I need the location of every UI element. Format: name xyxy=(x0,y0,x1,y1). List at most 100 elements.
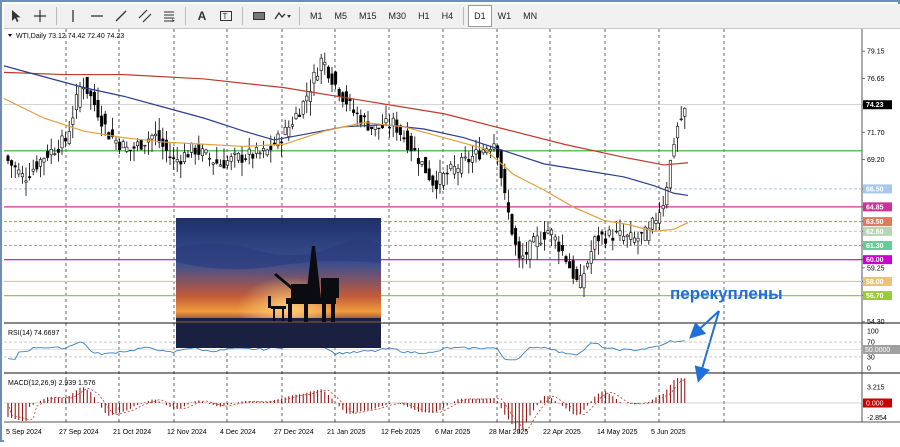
timeframe-d1-button[interactable]: D1 xyxy=(468,5,492,27)
trendline-tool-icon[interactable] xyxy=(110,5,132,27)
date-label: 12 Feb 2025 xyxy=(381,429,420,436)
oil-rig-photo xyxy=(176,218,381,348)
candle-body xyxy=(280,141,284,144)
candle-body xyxy=(78,86,82,108)
rectangle-tool-icon[interactable] xyxy=(248,5,270,27)
cursor-tool-icon[interactable] xyxy=(5,5,27,27)
candle-body xyxy=(442,173,446,186)
rsi-tick-label: 50.0000 xyxy=(865,347,890,354)
candle-body xyxy=(182,152,186,163)
candle-body xyxy=(542,232,546,240)
candle-body xyxy=(632,237,636,243)
candle-body xyxy=(384,118,388,124)
candle-body xyxy=(503,169,507,194)
candle-body xyxy=(474,149,478,155)
price-tick-label: 76.65 xyxy=(867,76,885,83)
candle-body xyxy=(175,159,179,163)
crosshair-tool-icon[interactable] xyxy=(29,5,51,27)
text-label-tool-icon[interactable]: T xyxy=(215,5,237,27)
timeframe-m15-button[interactable]: M15 xyxy=(353,5,383,27)
price-label-text: 66.50 xyxy=(866,186,884,193)
candle-body xyxy=(676,125,680,139)
price-label-text: 56.70 xyxy=(866,293,884,300)
price-tick-label: 59.25 xyxy=(867,265,885,272)
candle-body xyxy=(67,131,71,144)
candle-body xyxy=(424,157,428,174)
candle-body xyxy=(463,156,467,159)
candle-body xyxy=(377,127,381,130)
timeframe-h4-button[interactable]: H4 xyxy=(436,5,460,27)
horizontal-line-tool-icon[interactable] xyxy=(86,5,108,27)
price-label-text: 61.30 xyxy=(866,243,884,250)
timeframe-h1-button[interactable]: H1 xyxy=(412,5,436,27)
candle-body xyxy=(204,149,208,154)
candle-body xyxy=(301,100,305,115)
candle-body xyxy=(186,154,190,158)
equidistant-channel-tool-icon[interactable] xyxy=(134,5,156,27)
candle-body xyxy=(416,158,420,164)
overbought-annotation-text: перекуплены xyxy=(670,284,783,303)
candle-body xyxy=(568,261,572,269)
chart-header-text: WTI,Daily 73.12 74.42 72.40 74.23 xyxy=(16,33,124,40)
svg-text:T: T xyxy=(223,12,228,21)
date-label: 4 Dec 2024 xyxy=(220,429,256,436)
candle-body xyxy=(607,229,611,236)
date-label: 27 Dec 2024 xyxy=(274,429,314,436)
timeframe-m1-button[interactable]: M1 xyxy=(304,5,329,27)
candle-body xyxy=(197,143,201,155)
chart-background xyxy=(4,29,900,442)
candle-body xyxy=(190,142,194,153)
candle-body xyxy=(96,99,100,118)
macd-tick-label: 0.000 xyxy=(866,401,884,408)
candle-body xyxy=(488,149,492,152)
candle-body xyxy=(218,164,222,167)
candle-body xyxy=(168,156,172,158)
chart-area[interactable]: WTI,Daily 73.12 74.42 72.40 74.23 79.15 76… xyxy=(3,29,900,442)
price-tick-label: 79.15 xyxy=(867,49,885,56)
text-tool-icon[interactable]: A xyxy=(191,5,213,27)
candle-body xyxy=(535,235,539,248)
timeframe-w1-button[interactable]: W1 xyxy=(492,5,518,27)
candle-body xyxy=(625,234,629,238)
candle-body xyxy=(136,141,140,147)
candle-body xyxy=(222,160,226,169)
candle-body xyxy=(481,149,485,154)
candle-body xyxy=(683,107,687,117)
macd-tick-label: 3.215 xyxy=(867,384,885,391)
candle-body xyxy=(74,94,78,111)
candle-body xyxy=(298,114,302,117)
terminal-window: F A T M1 M5 M15 M30 H1 H4 D1 W1 MN WTI,Daily 73.… xyxy=(0,0,900,442)
candle-body xyxy=(208,158,212,160)
candle-body xyxy=(470,156,474,163)
macd-tick-label: -2.854 xyxy=(867,415,887,422)
candle-body xyxy=(139,139,143,150)
fibonacci-tool-icon[interactable]: F xyxy=(158,5,180,27)
candle-body xyxy=(308,91,312,102)
candle-body xyxy=(582,273,586,289)
candle-body xyxy=(550,229,554,235)
shapes-dropdown-icon[interactable] xyxy=(272,5,294,27)
timeframe-m5-button[interactable]: M5 xyxy=(329,5,354,27)
candle-body xyxy=(640,232,644,234)
candle-body xyxy=(125,146,129,152)
candle-body xyxy=(312,71,316,84)
candle-body xyxy=(406,130,410,150)
candle-body xyxy=(35,161,39,170)
candle-body xyxy=(460,157,464,174)
candle-body xyxy=(596,235,600,242)
candle-body xyxy=(143,144,147,147)
candle-body xyxy=(427,168,431,181)
candle-body xyxy=(661,205,665,210)
candle-body xyxy=(236,153,240,161)
timeframe-mn-button[interactable]: MN xyxy=(517,5,543,27)
timeframe-m30-button[interactable]: M30 xyxy=(383,5,413,27)
date-label: 28 Mar 2025 xyxy=(489,429,528,436)
candle-body xyxy=(578,275,582,288)
vertical-line-tool-icon[interactable] xyxy=(62,5,84,27)
candle-body xyxy=(53,153,57,155)
candle-body xyxy=(49,149,53,156)
candle-body xyxy=(434,180,438,190)
price-chart[interactable]: WTI,Daily 73.12 74.42 72.40 74.23 79.15 76… xyxy=(3,29,900,442)
candle-body xyxy=(100,115,104,127)
candle-body xyxy=(521,255,525,259)
